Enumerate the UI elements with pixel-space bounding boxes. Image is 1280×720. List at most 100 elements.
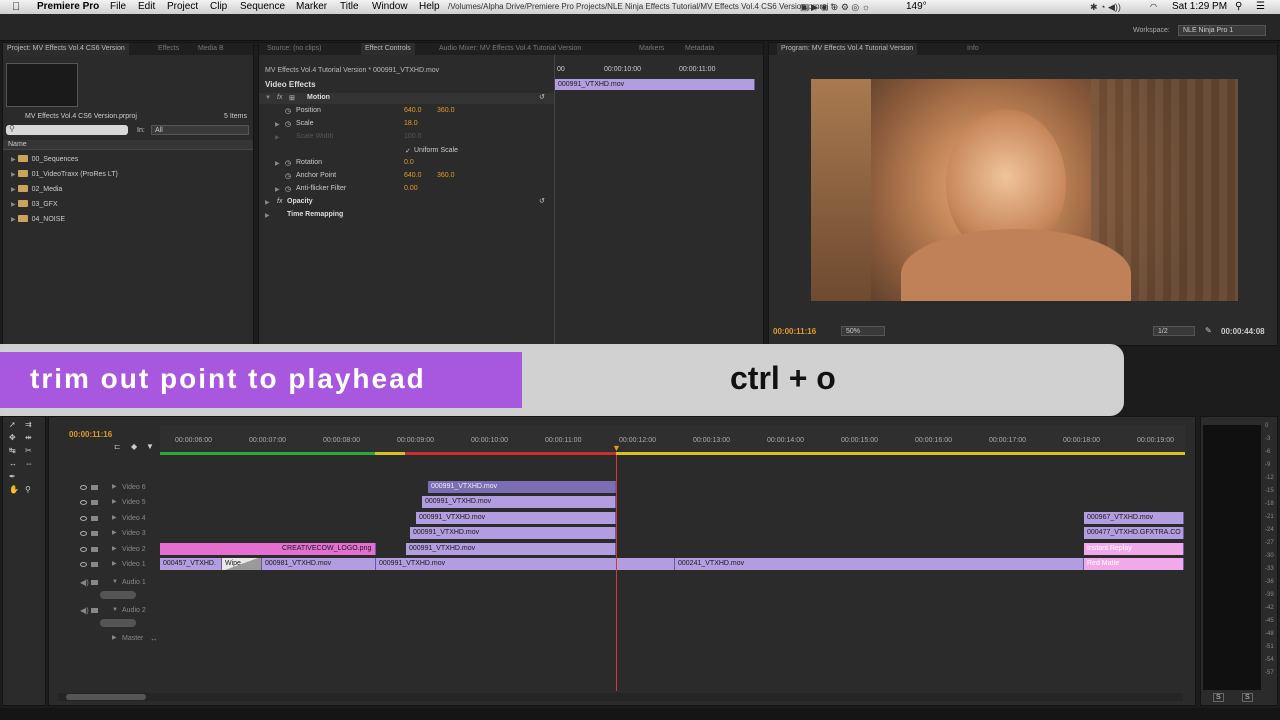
uniform-scale-checkbox[interactable]: ✓	[405, 147, 411, 155]
menu-project[interactable]: Project	[167, 0, 198, 14]
stopwatch-icon[interactable]: ◷	[285, 120, 291, 128]
expand-icon[interactable]: ▶	[11, 202, 16, 208]
in-select[interactable]: All	[151, 125, 249, 135]
motion-row[interactable]: ▼ fx ⊞ Motion	[259, 93, 554, 104]
expand-icon[interactable]: ▶	[112, 632, 117, 645]
anchor-y[interactable]: 360.0	[437, 172, 455, 179]
timeline-clip[interactable]: Red Matte	[1084, 558, 1184, 570]
rate-stretch-tool-icon[interactable]: ↹	[9, 446, 16, 455]
expand-icon[interactable]: ▶	[112, 496, 117, 509]
lock-icon[interactable]	[91, 547, 98, 552]
reset-icon[interactable]: ↺	[539, 93, 545, 101]
expand-icon[interactable]: ▼	[112, 604, 118, 617]
resize-icon[interactable]: ↔	[150, 632, 158, 645]
stopwatch-icon[interactable]: ◷	[285, 172, 291, 180]
wrench-icon[interactable]: ✎	[1205, 326, 1212, 335]
playhead-icon[interactable]: ▼	[612, 443, 621, 453]
scrollbar-thumb[interactable]	[66, 694, 146, 700]
timeline-clip[interactable]: 000477_VTXHD.GFXTRA.CO	[1084, 527, 1184, 539]
tab-audio-mixer[interactable]: Audio Mixer: MV Effects Vol.4 Tutorial V…	[439, 43, 581, 55]
pen-tool-icon[interactable]: ✒	[9, 472, 16, 481]
app-menu[interactable]: Premiere Pro	[37, 0, 99, 14]
audio-volume-knob[interactable]	[100, 619, 136, 627]
timeline-clip[interactable]: 000457_VTXHD.	[160, 558, 222, 570]
motion-transform-icon[interactable]: ⊞	[289, 94, 295, 102]
tab-effect-controls[interactable]: Effect Controls	[361, 43, 415, 55]
eye-icon[interactable]	[80, 485, 87, 490]
tab-metadata[interactable]: Metadata	[685, 43, 714, 55]
eye-icon[interactable]	[80, 531, 87, 536]
timeline-clip[interactable]: 000981_VTXHD.mov	[262, 558, 376, 570]
name-header[interactable]: Name	[8, 141, 27, 148]
expand-icon[interactable]: ▶	[11, 157, 16, 163]
expand-icon[interactable]: ▶	[275, 186, 280, 193]
lock-icon[interactable]	[91, 516, 98, 521]
eye-icon[interactable]	[80, 547, 87, 552]
folder-row[interactable]: ▶ 03_GFX	[11, 200, 58, 208]
time-ruler[interactable]	[160, 425, 1185, 455]
tab-program[interactable]: Program: MV Effects Vol.4 Tutorial Versi…	[777, 43, 918, 55]
menu-clip[interactable]: Clip	[210, 0, 227, 14]
tab-media-browser[interactable]: Media B	[198, 43, 224, 55]
timeline-clip[interactable]: 000967_VTXHD.mov	[1084, 512, 1184, 524]
ripple-edit-tool-icon[interactable]: ✥	[9, 433, 16, 442]
stopwatch-icon[interactable]: ◷	[285, 159, 291, 167]
eye-icon[interactable]	[80, 500, 87, 505]
menu-file[interactable]: File	[110, 0, 126, 14]
menu-title[interactable]: Title	[340, 0, 359, 14]
timeline-scrollbar[interactable]	[58, 693, 1183, 701]
expand-icon[interactable]: ▶	[275, 160, 280, 167]
folder-row[interactable]: ▶ 02_Media	[11, 185, 62, 193]
timeline-clip[interactable]: 000991_VTXHD.mov	[376, 558, 675, 570]
expand-icon[interactable]: ▶	[11, 172, 16, 178]
timeline-clip[interactable]: Instant Replay	[1084, 543, 1184, 555]
tab-effects[interactable]: Effects	[158, 43, 179, 55]
menu-help[interactable]: Help	[419, 0, 440, 14]
lock-icon[interactable]	[91, 531, 98, 536]
spotlight-icon[interactable]: ⚲	[1235, 0, 1242, 14]
program-timecode[interactable]: 00:00:11:16	[773, 327, 816, 336]
timeline-clip[interactable]: 000241_VTXHD.mov	[675, 558, 1084, 570]
tab-markers[interactable]: Markers	[639, 43, 664, 55]
folder-row[interactable]: ▶ 04_NOISE	[11, 215, 65, 223]
scale-value[interactable]: 18.0	[404, 120, 418, 127]
folder-row[interactable]: ▶ 01_VideoTraxx (ProRes LT)	[11, 170, 118, 178]
list-icon[interactable]: ☰	[1256, 0, 1265, 14]
menu-edit[interactable]: Edit	[138, 0, 155, 14]
wifi-icon[interactable]: ◠	[1150, 0, 1157, 14]
resolution-select[interactable]: 1/2	[1153, 326, 1195, 336]
lock-icon[interactable]	[91, 580, 98, 585]
antiflicker-value[interactable]: 0.00	[404, 185, 418, 192]
lock-icon[interactable]	[91, 608, 98, 613]
eye-icon[interactable]	[80, 562, 87, 567]
slip-tool-icon[interactable]: ↔	[9, 459, 17, 468]
menu-window[interactable]: Window	[372, 0, 408, 14]
hand-tool-icon[interactable]: ✋	[9, 485, 19, 494]
stopwatch-icon[interactable]: ◷	[285, 107, 291, 115]
menu-sequence[interactable]: Sequence	[240, 0, 285, 14]
stopwatch-icon[interactable]: ◷	[285, 185, 291, 193]
timeline-clip[interactable]: 000991_VTXHD.mov	[410, 527, 616, 539]
position-x[interactable]: 640.0	[404, 107, 422, 114]
rolling-edit-tool-icon[interactable]: ⇹	[25, 433, 32, 442]
timeline-clip[interactable]: 000991_VTXHD.mov	[428, 481, 616, 493]
selection-tool-icon[interactable]: ➚	[9, 420, 16, 429]
expand-icon[interactable]: ▶	[112, 543, 117, 556]
expand-icon[interactable]: ▶	[275, 121, 280, 128]
expand-icon[interactable]: ▶	[11, 217, 16, 223]
solo-button[interactable]: S	[1242, 693, 1253, 702]
expand-icon[interactable]: ▼	[112, 576, 118, 589]
project-search-input[interactable]: ⚲	[6, 124, 128, 135]
expand-icon[interactable]: ▶	[112, 512, 117, 525]
expand-icon[interactable]: ▶	[112, 481, 117, 494]
expand-icon[interactable]: ▶	[265, 199, 270, 206]
speaker-icon[interactable]: ◀)	[80, 604, 89, 617]
timeline-clip[interactable]: 000991_VTXHD.mov	[416, 512, 616, 524]
expand-icon[interactable]: ▶	[112, 527, 117, 540]
mini-timeline-clip[interactable]: 000991_VTXHD.mov	[555, 79, 755, 90]
workspace-select[interactable]: NLE Ninja Pro 1	[1178, 25, 1266, 36]
menu-marker[interactable]: Marker	[296, 0, 327, 14]
wipe-transition[interactable]: Wipe	[222, 558, 262, 570]
lock-icon[interactable]	[91, 500, 98, 505]
tab-project[interactable]: Project: MV Effects Vol.4 CS6 Version	[3, 43, 129, 55]
